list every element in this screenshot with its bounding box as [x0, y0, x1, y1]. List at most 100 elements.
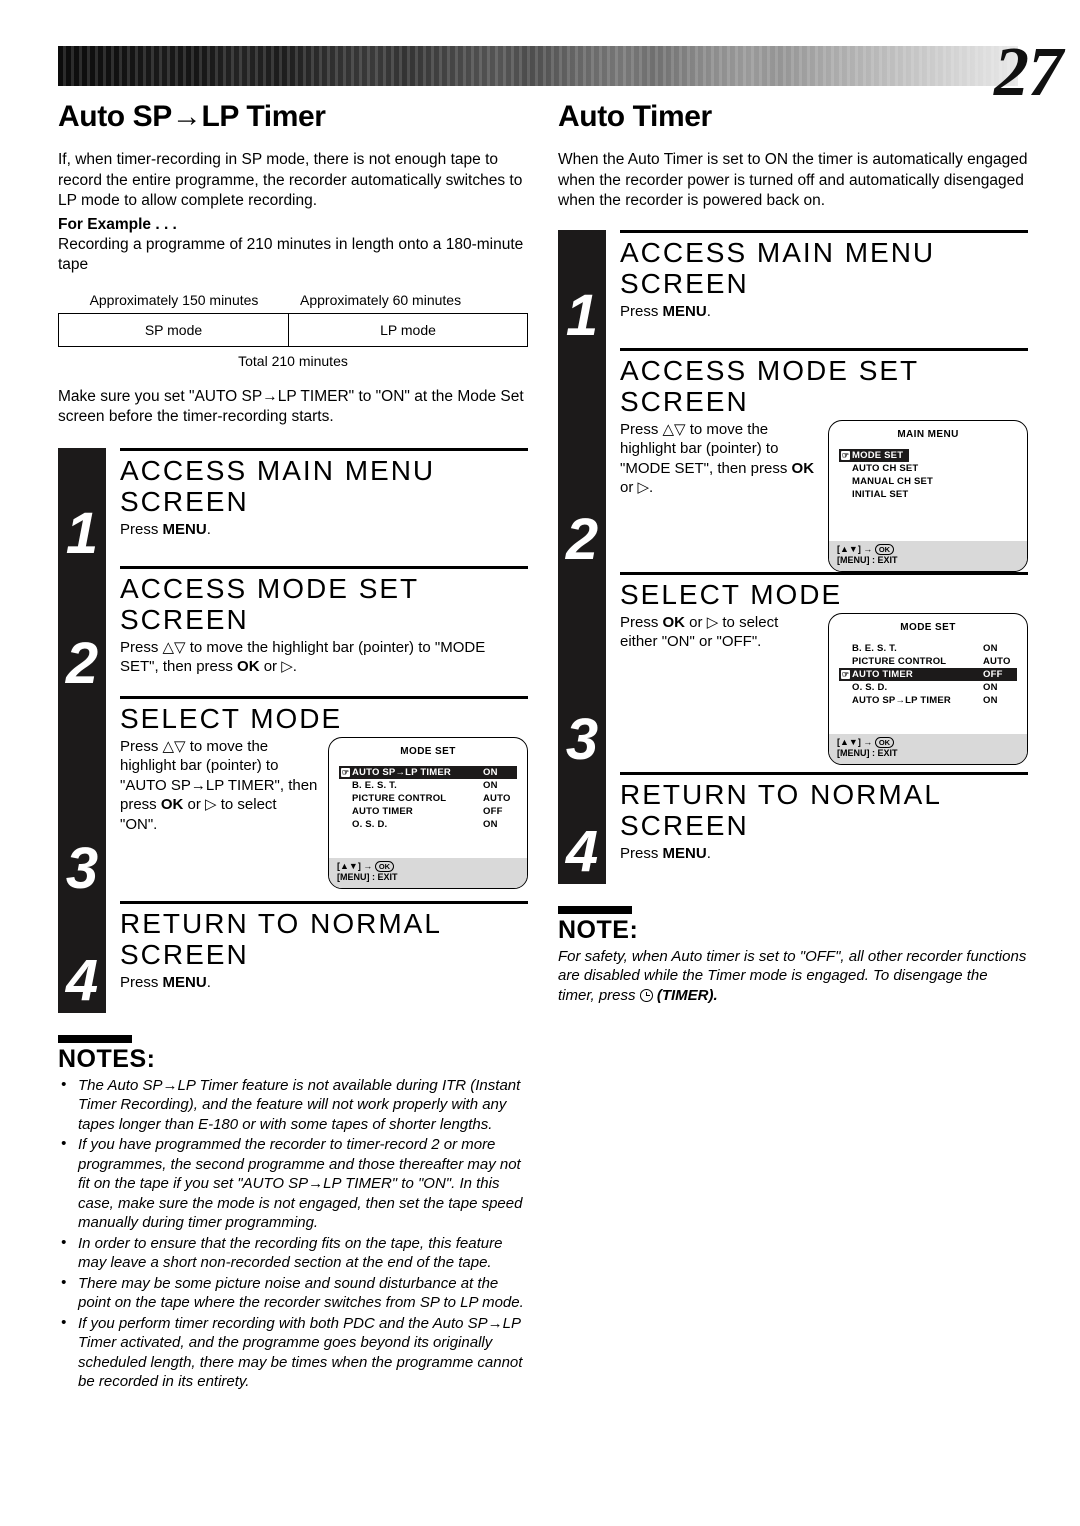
- step-3-number: 3: [65, 835, 99, 901]
- osd-row: ☞AUTO TIMEROFF: [339, 805, 517, 818]
- note-item: The Auto SP→LP Timer feature is not avai…: [58, 1075, 528, 1135]
- pointer-icon: ☞: [841, 450, 850, 460]
- step-3-heading: SELECT MODE: [120, 702, 343, 734]
- osd-row-value: AUTO: [983, 655, 1011, 667]
- pointer-icon: ☞: [341, 767, 350, 777]
- osd-row: ☞AUTO CH SET: [839, 462, 1017, 475]
- osd-row-name: PICTURE CONTROL: [352, 792, 447, 804]
- step-3-key: OK: [662, 613, 686, 631]
- osd-row: ☞O. S. D.ON: [839, 681, 1017, 694]
- osd-footer: [▲▼] → OK [MENU] : EXIT: [829, 733, 1027, 764]
- step-4: 4 RETURN TO NORMAL SCREEN Press MENU.: [558, 771, 1028, 884]
- label-lp-duration: Approximately 60 minutes: [300, 291, 462, 308]
- step-1-text: Press MENU.: [620, 302, 1028, 322]
- osd-footer-nav: [▲▼] →: [837, 736, 875, 747]
- note-item: If you perform timer recording with both…: [58, 1313, 528, 1392]
- example-text: Recording a programme of 210 minutes in …: [58, 235, 524, 274]
- step-2: 2 ACCESS MODE SET SCREEN Press △▽ to mov…: [558, 347, 1028, 572]
- step-3: 3 SELECT MODE Press OK or ▷ to select ei…: [558, 571, 1028, 772]
- right-column: Auto Timer When the Auto Timer is set to…: [558, 100, 1028, 1005]
- step-1-rule: [620, 229, 1028, 233]
- osd-row: ☞AUTO TIMEROFF: [839, 667, 1017, 681]
- step-4-text-pre: Press: [120, 973, 163, 991]
- step-1-key: MENU: [162, 520, 207, 538]
- osd-mode-set-screen-right: MODE SET ☞B. E. S. T.ON ☞PICTURE CONTROL…: [828, 612, 1028, 765]
- step-4-text: Press MENU.: [120, 973, 528, 993]
- step-1-text-post: .: [206, 520, 211, 538]
- osd-row-value: ON: [483, 818, 498, 830]
- step-2-text-post: or ▷.: [259, 658, 297, 675]
- osd-mode-set-screen-left: MODE SET ☞AUTO SP→LP TIMER ON ☞B. E. S. T…: [328, 736, 528, 889]
- osd-row: ☞AUTO SP→LP TIMERON: [839, 694, 1017, 707]
- osd-row-name: PICTURE CONTROL: [852, 655, 947, 667]
- osd-row-value: ON: [483, 766, 498, 778]
- step-3-key: OK: [160, 796, 184, 813]
- left-column: Auto SP→LP Timer If, when timer-recordin…: [58, 100, 528, 1393]
- step-2-key: OK: [791, 459, 815, 477]
- osd-row-name: MODE SET: [852, 449, 904, 461]
- step-4-key: MENU: [162, 973, 207, 991]
- osd-row-name: B. E. S. T.: [352, 779, 397, 791]
- ok-badge: OK: [374, 860, 395, 872]
- step-4: 4 RETURN TO NORMAL SCREEN Press MENU.: [58, 900, 528, 1013]
- osd-row-value: ON: [983, 694, 998, 706]
- step-1-key: MENU: [662, 302, 707, 320]
- notes-rule: [58, 1034, 132, 1043]
- osd-rows: ☞MODE SET ☞AUTO CH SET ☞MANUAL CH SET ☞I…: [829, 448, 1027, 535]
- step-2-number: 2: [65, 630, 99, 696]
- step-3-number: 3: [565, 706, 599, 772]
- step-2-rule: [120, 565, 528, 569]
- step-4-number: 4: [65, 947, 99, 1013]
- table-column-labels: Approximately 150 minutes Approximately …: [58, 292, 528, 313]
- step-4-rule: [620, 771, 1028, 775]
- page-header-band: 27: [0, 30, 1080, 108]
- osd-rows: ☞B. E. S. T.ON ☞PICTURE CONTROLAUTO ☞AUT…: [829, 642, 1027, 728]
- after-table-note: Make sure you set "AUTO SP→LP TIMER" to …: [58, 387, 524, 426]
- osd-rows: ☞AUTO SP→LP TIMERON ☞B. E. S. T.ON ☞PICT…: [329, 765, 527, 852]
- step-1-text-post: .: [706, 302, 711, 320]
- table-total: Total 210 minutes: [238, 352, 348, 369]
- osd-row-name: O. S. D.: [352, 818, 388, 830]
- step-2-body: Press △▽ to move the highlight bar (poin…: [620, 419, 1028, 572]
- ok-badge: OK: [874, 736, 895, 748]
- step-4-key: MENU: [662, 844, 707, 862]
- osd-footer-nav: [▲▼] →: [337, 860, 375, 871]
- osd-row-name: AUTO TIMER: [852, 668, 913, 680]
- step-2-text-post: or ▷.: [620, 479, 654, 496]
- step-2-text-pre: Press △▽ to move the highlight bar (poin…: [120, 638, 486, 676]
- osd-title: MODE SET: [400, 745, 456, 757]
- right-intro-paragraph: When the Auto Timer is set to ON the tim…: [558, 151, 1028, 209]
- step-2-heading: ACCESS MODE SET SCREEN: [620, 354, 919, 417]
- step-1-text-pre: Press: [620, 302, 663, 320]
- osd-row-name: AUTO SP→LP TIMER: [852, 694, 951, 706]
- step-3-rule: [620, 571, 1028, 575]
- osd-footer-line1: [▲▼] → OK: [337, 860, 519, 872]
- osd-row: ☞PICTURE CONTROLAUTO: [839, 655, 1017, 668]
- step-3-body: Press OK or ▷ to select either "ON" or "…: [620, 612, 1028, 765]
- note-text-pre: For safety, when Auto timer is set to "O…: [558, 947, 1027, 1004]
- label-sp-duration: Approximately 150 minutes: [89, 291, 259, 308]
- osd-row: ☞B. E. S. T.ON: [839, 642, 1017, 655]
- note-title: NOTE:: [558, 915, 639, 944]
- tape-mode-table: Approximately 150 minutes Approximately …: [58, 292, 528, 369]
- step-2-text: Press △▽ to move the highlight bar (poin…: [120, 638, 528, 677]
- for-example-label: For Example . . .: [58, 215, 177, 233]
- note-rule: [558, 905, 632, 914]
- step-2-key: OK: [237, 658, 260, 675]
- step-1-number: 1: [565, 282, 599, 348]
- osd-footer-line2: [MENU] : EXIT: [337, 871, 398, 882]
- osd-main-menu-screen: MAIN MENU ☞MODE SET ☞AUTO CH SET ☞MANUAL…: [828, 419, 1028, 572]
- gradient-rule: [58, 46, 1018, 86]
- intro-paragraph: If, when timer-recording in SP mode, the…: [58, 151, 523, 209]
- cell-lp-mode: LP mode: [380, 321, 436, 338]
- osd-row-name: MANUAL CH SET: [852, 475, 934, 487]
- osd-footer-line1: [▲▼] → OK: [837, 543, 1019, 555]
- osd-footer: [▲▼] → OK [MENU] : EXIT: [829, 540, 1027, 571]
- right-steps-list: 1 ACCESS MAIN MENU SCREEN Press MENU. 2 …: [558, 229, 1028, 884]
- osd-row: ☞AUTO SP→LP TIMERON: [339, 765, 517, 779]
- note-item: In order to ensure that the recording fi…: [58, 1233, 528, 1273]
- osd-title: MODE SET: [900, 621, 956, 633]
- osd-footer-line1: [▲▼] → OK: [837, 736, 1019, 748]
- notes-title: NOTES:: [58, 1044, 156, 1073]
- osd-row-name: B. E. S. T.: [852, 642, 897, 654]
